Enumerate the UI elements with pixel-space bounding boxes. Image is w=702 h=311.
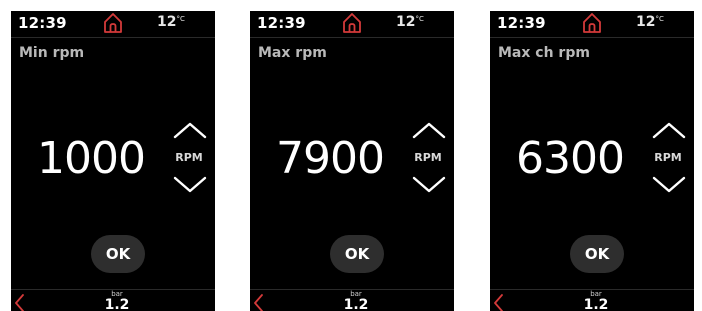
- rpm-setting-screen-max: 12:39 12°C Max rpm 7900 RPM OK bar 1.2: [250, 11, 454, 311]
- ok-button[interactable]: OK: [330, 235, 384, 273]
- divider: [11, 37, 215, 38]
- chevron-left-icon[interactable]: [252, 293, 264, 311]
- pressure-value: 1.2: [104, 297, 130, 311]
- divider: [490, 37, 694, 38]
- ok-button[interactable]: OK: [570, 235, 624, 273]
- setting-title: Max ch rpm: [498, 45, 590, 61]
- clock: 12:39: [257, 14, 306, 32]
- rpm-setting-screen-max-ch: 12:39 12°C Max ch rpm 6300 RPM OK bar 1.…: [490, 11, 694, 311]
- clock: 12:39: [497, 14, 546, 32]
- rpm-unit-label: RPM: [654, 151, 682, 164]
- home-icon[interactable]: [102, 11, 124, 35]
- stage: 12:39 12°C Min rpm 1000 RPM OK bar 1.2 1…: [0, 0, 702, 311]
- pressure-value: 1.2: [583, 297, 609, 311]
- rpm-value: 1000: [37, 133, 146, 184]
- temperature-unit: °C: [655, 15, 664, 23]
- temperature-value: 12: [636, 14, 656, 30]
- rpm-value: 7900: [276, 133, 385, 184]
- rpm-setting-screen-min: 12:39 12°C Min rpm 1000 RPM OK bar 1.2: [11, 11, 215, 311]
- increase-chevron-up-icon[interactable]: [650, 119, 688, 141]
- decrease-chevron-down-icon[interactable]: [650, 174, 688, 196]
- setting-title: Max rpm: [258, 45, 327, 61]
- temperature-readout: 12°C: [396, 14, 424, 30]
- decrease-chevron-down-icon[interactable]: [171, 174, 209, 196]
- rpm-unit-label: RPM: [175, 151, 203, 164]
- rpm-unit-label: RPM: [414, 151, 442, 164]
- pressure-value: 1.2: [343, 297, 369, 311]
- status-bar: 12:39 12°C: [250, 11, 454, 37]
- divider: [250, 37, 454, 38]
- status-bar: 12:39 12°C: [490, 11, 694, 37]
- chevron-left-icon[interactable]: [492, 293, 504, 311]
- setting-title: Min rpm: [19, 45, 85, 61]
- chevron-left-icon[interactable]: [13, 293, 25, 311]
- decrease-chevron-down-icon[interactable]: [410, 174, 448, 196]
- temperature-unit: °C: [415, 15, 424, 23]
- temperature-readout: 12°C: [157, 14, 185, 30]
- clock: 12:39: [18, 14, 67, 32]
- increase-chevron-up-icon[interactable]: [171, 119, 209, 141]
- rpm-value: 6300: [516, 133, 625, 184]
- increase-chevron-up-icon[interactable]: [410, 119, 448, 141]
- home-icon[interactable]: [341, 11, 363, 35]
- temperature-readout: 12°C: [636, 14, 664, 30]
- temperature-value: 12: [157, 14, 177, 30]
- ok-button[interactable]: OK: [91, 235, 145, 273]
- home-icon[interactable]: [581, 11, 603, 35]
- temperature-unit: °C: [176, 15, 185, 23]
- temperature-value: 12: [396, 14, 416, 30]
- status-bar: 12:39 12°C: [11, 11, 215, 37]
